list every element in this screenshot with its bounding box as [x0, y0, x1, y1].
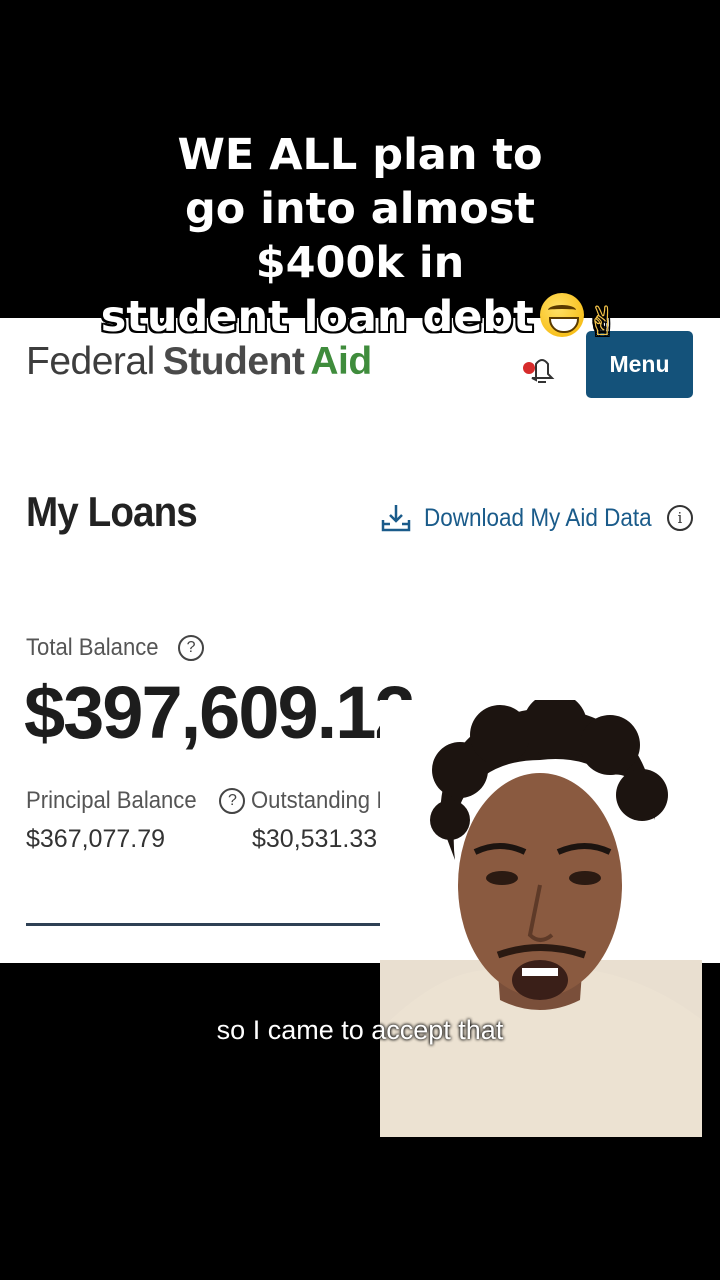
person-illustration [380, 700, 702, 1137]
overlay-line-1: WE ALL plan to [177, 130, 543, 180]
help-icon[interactable]: ? [178, 635, 205, 661]
download-aid-data-link[interactable]: Download My Aid Data i [380, 501, 693, 535]
page-title: My Loans [26, 488, 198, 535]
victory-hand-icon: ✌ [585, 299, 620, 345]
notification-bell-icon[interactable] [522, 352, 558, 386]
outstanding-interest-value: $30,531.33 [252, 825, 378, 853]
total-balance-label: Total Balance ? [26, 634, 205, 662]
grinning-face-icon [539, 293, 584, 337]
download-icon [381, 505, 411, 532]
overlay-line-3: $400k in [255, 238, 465, 288]
principal-balance-label: Principal Balance ? [26, 787, 246, 815]
total-balance-value: $397,609.12 [24, 671, 416, 754]
overlay-line-4-text: student loan debt [100, 292, 534, 342]
principal-balance-value: $367,077.79 [26, 825, 166, 853]
help-icon[interactable]: ? [219, 788, 246, 814]
download-label: Download My Aid Data [424, 503, 652, 532]
caption-subtitle: so I came to accept that [216, 1015, 504, 1045]
overlay-title: WE ALL plan to go into almost $400k in s… [0, 128, 720, 349]
info-icon[interactable]: i [666, 505, 693, 531]
webcam-overlay [380, 700, 702, 1137]
overlay-line-4: student loan debt ✌ [0, 290, 720, 349]
overlay-line-2: go into almost [185, 184, 535, 234]
